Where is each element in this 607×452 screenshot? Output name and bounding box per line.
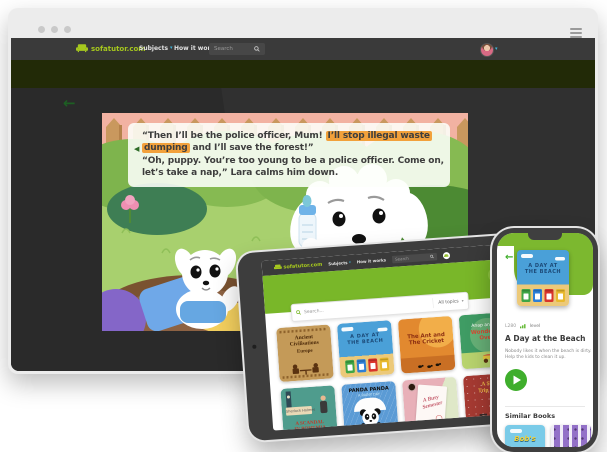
highlighted-phrase-1: I’ll stop illegal waste bbox=[326, 131, 432, 141]
story-line-1: “Then I’ll be the police officer, Mum! I… bbox=[142, 130, 452, 142]
sofatutor-logo[interactable]: sofatutor.com bbox=[76, 44, 146, 53]
phone-device: ← A DAY ATTHE BEACH L280 bbox=[492, 228, 598, 452]
cloud bbox=[521, 254, 533, 258]
logo-text: sofatutor.com bbox=[91, 45, 146, 53]
search-input[interactable] bbox=[209, 46, 254, 52]
similar-book-bobs[interactable]: Bob's bbox=[505, 425, 545, 447]
site-navbar: sofatutor.com Subjects ▾ How it works ▾ bbox=[11, 38, 595, 60]
similar-books-heading: Similar Books bbox=[505, 412, 555, 420]
phone-book-cover-beach[interactable]: A DAY ATTHE BEACH bbox=[517, 250, 569, 306]
cover-title-line: IN BOHEMIA bbox=[294, 424, 326, 430]
play-button[interactable] bbox=[505, 369, 527, 391]
tablet-camera bbox=[252, 345, 256, 349]
phone-screen: ← A DAY ATTHE BEACH L280 bbox=[497, 233, 593, 447]
recycling-bins-art bbox=[517, 289, 569, 302]
highlighted-phrase-2: dumping bbox=[142, 143, 190, 153]
play-icon bbox=[505, 369, 527, 391]
avatar-chevron-down-icon[interactable]: ▾ bbox=[495, 47, 498, 52]
similar-book-forest[interactable] bbox=[551, 425, 591, 447]
tablet-nav-search-placeholder: Search bbox=[395, 256, 409, 261]
read-aloud-marker-icon[interactable]: ◀ bbox=[134, 146, 139, 153]
figure-art bbox=[317, 395, 330, 416]
story-line-2: dumping and I’ll save the forest!” bbox=[142, 142, 452, 154]
book-title: A Day at the Beach bbox=[505, 334, 586, 343]
tablet-nav-search-box[interactable]: Search bbox=[392, 253, 437, 264]
cloud bbox=[341, 327, 353, 332]
nav-search-box[interactable] bbox=[209, 43, 265, 55]
book-cover-a-busy-semester[interactable]: A BusySemester bbox=[402, 377, 460, 431]
back-button[interactable]: ← bbox=[63, 94, 76, 112]
book-cover-ancient-civilisations[interactable]: AncientCivilisations Europe bbox=[276, 324, 334, 382]
level-label: level bbox=[530, 324, 541, 329]
chevron-down-icon: ▾ bbox=[170, 46, 173, 51]
tablet-nav-how-it-works[interactable]: How it works bbox=[357, 258, 387, 265]
cover-title-line: Civilisations bbox=[290, 339, 319, 347]
sofa-icon bbox=[444, 254, 449, 258]
stamp-art bbox=[436, 415, 443, 422]
story-text: “Then I’ll be the police officer, Mum! I… bbox=[142, 130, 452, 180]
cover-title-line: The Cricket bbox=[409, 337, 444, 346]
similar-books-row: Bob's bbox=[505, 425, 591, 447]
cover-title-line: THE BEACH bbox=[347, 338, 383, 346]
book-meta-row: L280 level bbox=[505, 321, 587, 331]
chevron-down-icon: ▾ bbox=[349, 261, 351, 265]
book-description: Nobody likes it when the beach is dirty.… bbox=[505, 348, 589, 364]
tablet-user-avatar[interactable] bbox=[443, 252, 450, 259]
cover-title-line: Bob's bbox=[505, 435, 545, 443]
tablet-sofatutor-logo[interactable]: sofatutor.com bbox=[274, 261, 323, 270]
browser-chrome-bar bbox=[8, 8, 598, 38]
window-dot-1[interactable] bbox=[38, 26, 45, 33]
phone-notch bbox=[528, 233, 562, 240]
search-icon bbox=[430, 255, 434, 259]
cover-subtitle: Europe bbox=[278, 346, 332, 355]
panda-art bbox=[357, 406, 385, 431]
all-topics-dropdown[interactable]: All topics ▾ bbox=[432, 296, 464, 308]
all-topics-label: All topics bbox=[438, 299, 459, 305]
book-cover-panda-panda[interactable]: PANDA PANDA A RAINY DAY bbox=[341, 381, 399, 431]
window-controls[interactable] bbox=[38, 26, 71, 33]
story-line1-text: “Then I’ll be the police officer, Mum! bbox=[142, 131, 326, 141]
book-cover-scandal-in-bohemia[interactable]: Sherlock Holmes A SCANDALIN BOHEMIA bbox=[280, 385, 338, 430]
story-line-3: “Oh, puppy. You’re too young to be a pol… bbox=[142, 155, 452, 167]
book-cover-the-ant-and-the-cricket[interactable]: The Ant andThe Cricket bbox=[398, 316, 456, 374]
divider bbox=[505, 406, 585, 407]
story-line-4: let’s take a nap,” Lara calms him down. bbox=[142, 167, 452, 179]
page-header-band bbox=[11, 60, 595, 88]
book-cover-a-day-at-the-beach[interactable]: A DAY ATTHE BEACH bbox=[337, 320, 395, 378]
cover-series-label: Sherlock Holmes bbox=[286, 406, 312, 416]
window-dot-3[interactable] bbox=[64, 26, 71, 33]
tablet-nav-subjects[interactable]: Subjects ▾ bbox=[328, 260, 351, 266]
description-line-2: Help the kids to clean it up. bbox=[505, 354, 593, 360]
coffee-cup-art bbox=[407, 383, 416, 392]
recycling-bins-art bbox=[340, 357, 395, 374]
cloud bbox=[555, 257, 565, 261]
cover-title-line: THE BEACH bbox=[525, 269, 561, 275]
cover-title-line: A DAY AT bbox=[528, 263, 557, 269]
marketing-composite: sofatutor.com Subjects ▾ How it works ▾ … bbox=[0, 0, 607, 452]
lexile-badge: L280 bbox=[505, 324, 516, 329]
story-line2-text: and I’ll save the forest!” bbox=[190, 143, 314, 153]
search-icon bbox=[254, 46, 260, 52]
nav-subjects[interactable]: Subjects ▾ bbox=[139, 45, 173, 52]
chevron-down-icon: ▾ bbox=[462, 299, 464, 303]
level-bars-icon bbox=[520, 324, 526, 329]
tablet-logo-text: sofatutor.com bbox=[283, 262, 322, 270]
window-dot-2[interactable] bbox=[51, 26, 58, 33]
user-avatar[interactable] bbox=[480, 43, 494, 57]
tablet-search-input[interactable] bbox=[301, 300, 433, 315]
sofa-icon bbox=[274, 264, 282, 271]
phone-back-button[interactable]: ← bbox=[505, 252, 513, 263]
sofa-icon bbox=[76, 44, 88, 53]
figures-art bbox=[288, 361, 325, 376]
